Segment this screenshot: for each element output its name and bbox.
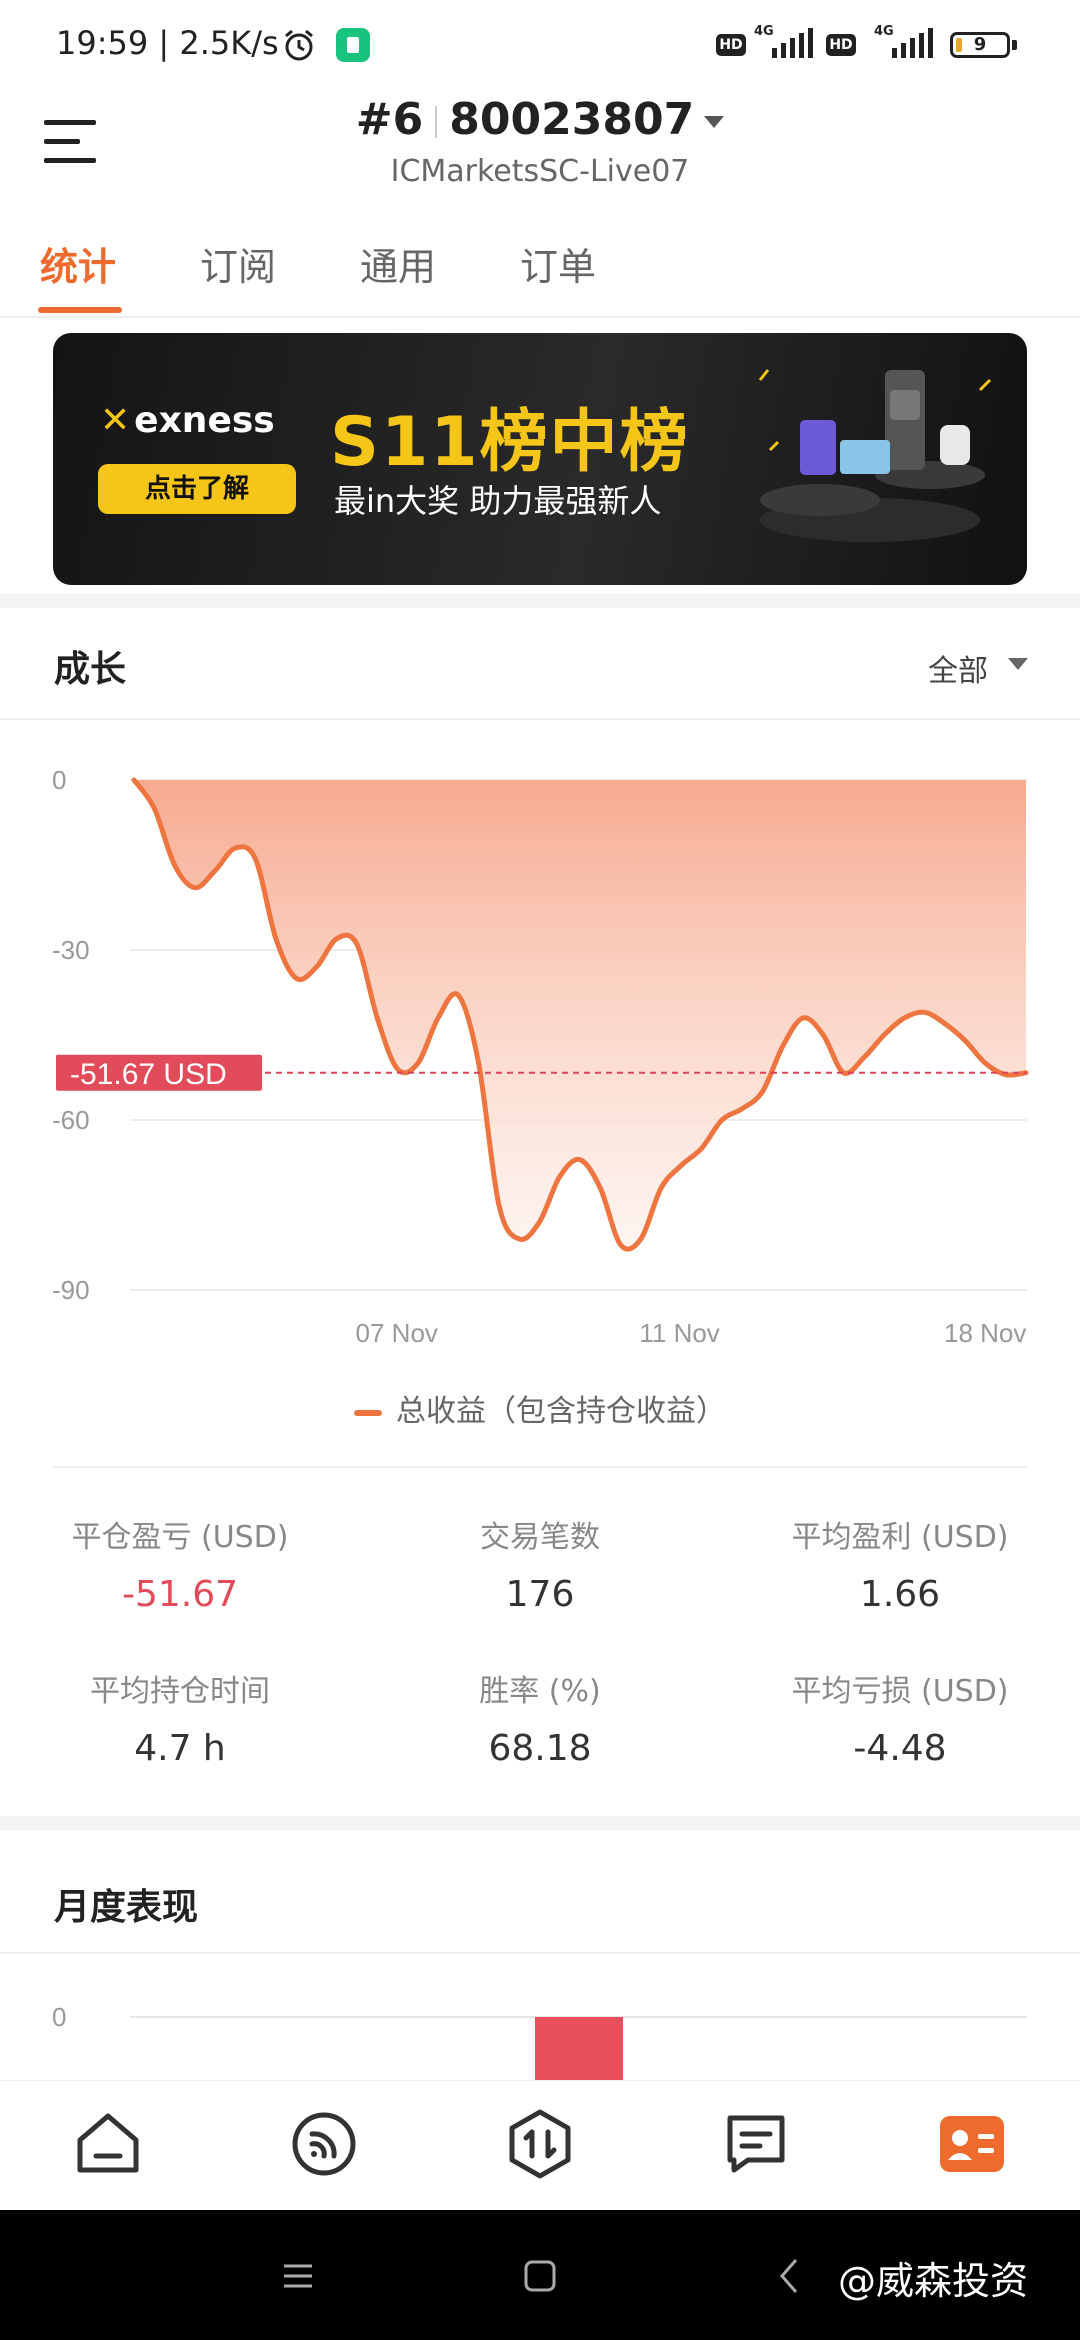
account-separator [435, 106, 438, 138]
battery-tip [1012, 40, 1017, 50]
trade-icon[interactable] [502, 2106, 578, 2182]
banner-subline: 最in大奖 助力最强新人 [334, 482, 662, 520]
stat-label: 平均亏损 (USD) [791, 1674, 1009, 1709]
home-button-icon[interactable] [522, 2258, 558, 2294]
stat-label: 胜率 (%) [479, 1674, 601, 1709]
battery-icon: 9 [950, 32, 1010, 58]
home-icon[interactable] [70, 2106, 146, 2182]
tab-subscribe[interactable]: 订阅 [200, 236, 276, 291]
banner-headline: S11榜中榜 [330, 403, 690, 482]
stat-label: 平均持仓时间 [90, 1674, 270, 1709]
y-axis-ticks: 0 -30 -60 -90 [52, 765, 90, 1305]
y-tick-label: -90 [52, 1275, 90, 1305]
brand-logo-icon: ✕ [100, 400, 131, 441]
stat-label: 平均盈利 (USD) [791, 1520, 1009, 1555]
stat-closed-pnl: 平仓盈亏 (USD) -51.67 [0, 1512, 360, 1615]
active-tab-indicator [38, 307, 122, 313]
account-number: 80023807 [449, 94, 695, 145]
stat-trade-count: 交易笔数 176 [360, 1512, 720, 1615]
stat-value: 176 [505, 1574, 575, 1615]
section-separator [0, 1816, 1080, 1830]
growth-chart: 0 -30 -60 -90 07 Nov 11 Nov 18 Nov -51.67 USD [52, 765, 1029, 1348]
banner-brand: ✕ exness [100, 400, 275, 441]
signal-feed-icon[interactable] [286, 2106, 362, 2182]
stat-value: 1.66 [859, 1574, 941, 1615]
account-index: #6 [355, 94, 424, 145]
legend-divider [53, 1466, 1027, 1468]
growth-divider [0, 718, 1080, 720]
chat-icon[interactable] [718, 2106, 794, 2182]
banner-cta-button[interactable]: 点击了解 [98, 464, 296, 514]
alarm-icon [285, 29, 313, 61]
prize-products-image [758, 369, 992, 542]
legend-label: 总收益（包含持仓收益） [396, 1394, 726, 1429]
growth-area [134, 780, 1026, 1250]
growth-range-filter[interactable]: 全部 [928, 646, 988, 690]
monthly-chart: 0 [52, 2002, 1027, 2080]
recents-icon[interactable] [280, 2258, 316, 2294]
current-value-label: -51.67 USD [70, 1058, 227, 1091]
status-bar: 19:59 | 2.5K/s HD 4G HD 4G 9 [0, 0, 1080, 88]
battery-percent: 9 [973, 34, 987, 55]
hd-icon: HD [826, 34, 856, 56]
stat-label: 平仓盈亏 (USD) [71, 1520, 289, 1555]
server-name: ICMarketsSC-Live07 [390, 154, 690, 189]
stat-avg-profit: 平均盈利 (USD) 1.66 [720, 1512, 1080, 1615]
profile-card-icon[interactable] [934, 2106, 1010, 2182]
growth-title: 成长 [54, 649, 127, 690]
y-tick-label: -30 [52, 935, 90, 965]
stat-value: -4.48 [853, 1728, 947, 1769]
tab-orders[interactable]: 订单 [520, 236, 596, 291]
stat-value: -51.67 [121, 1574, 239, 1615]
chart-legend: 总收益（包含持仓收益） [0, 1386, 1080, 1430]
monthly-bar[interactable] [535, 2017, 623, 2080]
legend-swatch [354, 1409, 382, 1416]
section-separator [0, 594, 1080, 608]
signal-icon [772, 28, 813, 58]
tab-general[interactable]: 通用 [360, 236, 436, 291]
monthly-divider [0, 1952, 1080, 1954]
tabs-divider [0, 316, 1080, 318]
stat-value: 68.18 [488, 1728, 592, 1769]
x-axis-ticks: 07 Nov 11 Nov 18 Nov [356, 1318, 1027, 1348]
watermark: @威森投资 [838, 2259, 1029, 2303]
clock-text: 19:59 [56, 24, 149, 62]
x-tick-label: 18 Nov [944, 1318, 1026, 1348]
y-tick-label: -60 [52, 1105, 90, 1135]
x-tick-label: 11 Nov [639, 1318, 719, 1348]
tab-stats[interactable]: 统计 [40, 236, 116, 291]
back-icon[interactable] [772, 2256, 808, 2296]
signal-icon [892, 28, 933, 58]
brand-name: exness [134, 400, 275, 441]
app-badge-icon [336, 28, 370, 62]
chevron-down-icon[interactable] [1008, 658, 1028, 670]
stat-avg-hold-time: 平均持仓时间 4.7 h [0, 1666, 360, 1769]
x-tick-label: 07 Nov [356, 1318, 438, 1348]
stat-value: 4.7 h [134, 1728, 226, 1769]
stat-label: 交易笔数 [480, 1520, 600, 1555]
account-selector[interactable]: #6 80023807 [0, 94, 1080, 145]
y-tick-label: 0 [52, 765, 66, 795]
stat-win-rate: 胜率 (%) 68.18 [360, 1666, 720, 1769]
hd-icon: HD [716, 34, 746, 56]
net-speed-text: 2.5K/s [179, 24, 279, 62]
status-separator: | [148, 24, 180, 62]
monthly-y-tick: 0 [52, 2002, 66, 2032]
chevron-down-icon [704, 116, 725, 128]
status-time: 19:59 | 2.5K/s [56, 24, 279, 62]
stat-avg-loss: 平均亏损 (USD) -4.48 [720, 1666, 1080, 1769]
monthly-title: 月度表现 [54, 1887, 199, 1928]
